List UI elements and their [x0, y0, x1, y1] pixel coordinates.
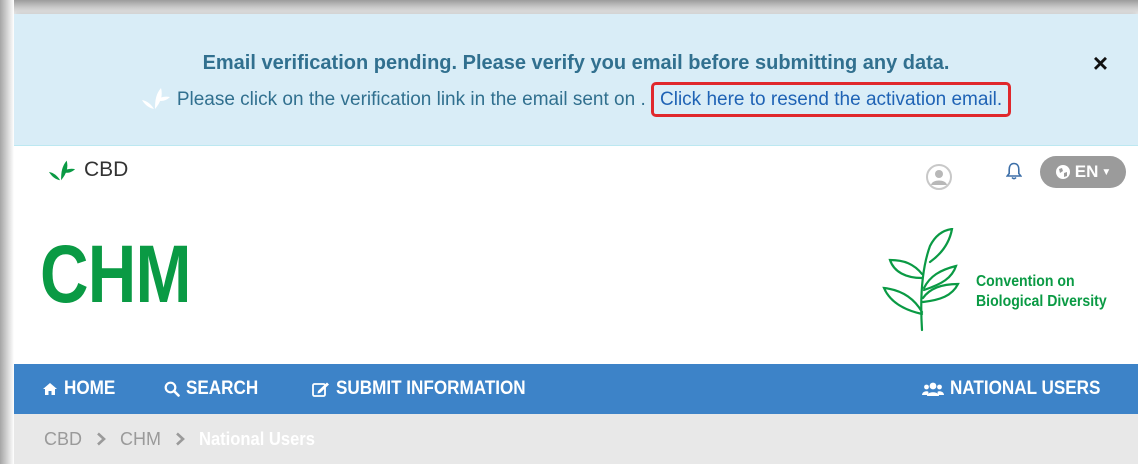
search-icon — [164, 381, 180, 397]
nav-home-label: HOME — [64, 378, 116, 399]
nav-home[interactable]: HOME — [42, 364, 121, 414]
globe-icon — [1055, 165, 1070, 179]
cbd-organization-name: Convention on Biological Diversity — [976, 272, 1138, 312]
cbd-leaf-icon — [48, 160, 76, 181]
breadcrumb: CBD CHM National Users — [14, 414, 1138, 464]
breadcrumb-national-users: National Users — [199, 428, 315, 449]
cbd-name-line1: Convention on — [976, 273, 1075, 290]
breadcrumb-chm[interactable]: CHM — [120, 429, 161, 450]
caret-down-icon: ▼ — [1101, 166, 1112, 178]
close-icon[interactable]: × — [1093, 50, 1108, 76]
language-selector[interactable]: EN ▼ — [1040, 156, 1126, 188]
main-nav: HOME SEARCH SUBMIT INFORMATION NATIONAL … — [14, 364, 1138, 414]
home-icon — [43, 383, 57, 395]
alert-title: Email verification pending. Please verif… — [202, 52, 950, 74]
language-code: EN — [1074, 162, 1099, 181]
nav-national-users-label: NATIONAL USERS — [950, 378, 1101, 399]
edit-icon — [312, 382, 329, 397]
nav-national-users[interactable]: NATIONAL USERS — [922, 364, 1117, 414]
cbd-leaf-icon — [141, 87, 170, 109]
users-icon — [922, 382, 944, 396]
nav-search[interactable]: SEARCH — [164, 364, 266, 414]
top-bar: CBD EN ▼ — [14, 146, 1138, 197]
resend-activation-link[interactable]: Click here to resend the activation emai… — [651, 82, 1012, 117]
site-title[interactable]: CHM — [40, 234, 191, 316]
nav-search-label: SEARCH — [186, 378, 259, 399]
user-avatar-icon[interactable] — [926, 164, 952, 190]
page: Email verification pending. Please verif… — [14, 14, 1138, 464]
screenshot-frame: Email verification pending. Please verif… — [0, 0, 1138, 464]
site-header: CHM Convention on Biological Diversity — [14, 196, 1138, 364]
cbd-name-line2: Biological Diversity — [976, 293, 1107, 310]
alert-message: Please click on the verification link in… — [176, 89, 646, 110]
chevron-right-icon — [96, 432, 106, 446]
cbd-home-link[interactable]: CBD — [48, 158, 128, 182]
cbd-label: CBD — [84, 158, 129, 181]
nav-submit-information[interactable]: SUBMIT INFORMATION — [312, 364, 547, 414]
breadcrumb-cbd[interactable]: CBD — [44, 429, 82, 450]
bell-icon[interactable] — [1006, 162, 1022, 180]
nav-submit-label: SUBMIT INFORMATION — [336, 378, 526, 399]
alert-message-line: Please click on the verification link in… — [14, 82, 1138, 117]
chevron-right-icon — [175, 432, 185, 446]
cbd-logo-icon[interactable] — [878, 228, 964, 332]
email-verification-alert: Email verification pending. Please verif… — [14, 14, 1138, 146]
